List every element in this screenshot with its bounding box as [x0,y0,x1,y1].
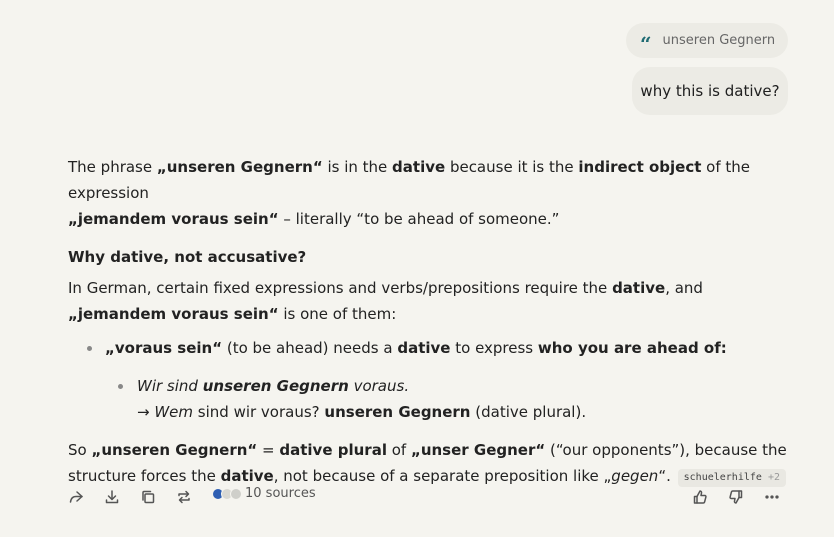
text-run: → [137,403,155,421]
citation-more-count: +2 [767,472,780,483]
quoted-text: unseren Gegnern [662,33,776,48]
assistant-answer: The phrase „unseren Gegnern“ is in the d… [68,154,788,489]
text-run: : [720,339,727,357]
text-run: In German, certain fixed expressions and… [68,279,613,297]
sources-label: 10 sources [245,486,316,501]
text-run: dative [392,158,446,176]
answer-paragraph-1: The phrase „unseren Gegnern“ is in the d… [68,154,788,232]
text-run: is in the [322,158,393,176]
text-run: dative [220,467,274,485]
citation-label: schuelerhilfe [683,472,762,483]
text-run: is one of them: [278,305,397,323]
thumbs-up-icon[interactable] [690,487,710,507]
text-run: „unseren Gegnern“ [156,158,323,176]
answer-heading: Why dative, not accusative? [68,248,307,266]
text-run: Wir sind [137,377,203,395]
text-run: indirect object [578,158,702,176]
text-run: dative [397,339,451,357]
text-run: So [68,441,92,459]
text-run: dative [612,279,666,297]
thumbs-down-icon[interactable] [726,487,746,507]
text-run: of [386,441,411,459]
quoted-selection-chip[interactable]: “ unseren Gegnern [626,23,788,58]
text-run: voraus. [348,377,410,395]
text-run: Wem [154,403,194,421]
copy-icon[interactable] [138,487,158,507]
user-message-bubble: why this is dative? [632,67,788,115]
list-item: „voraus sein“ (to be ahead) needs a dati… [68,335,788,361]
user-message-text: why this is dative? [640,82,780,100]
text-run: „jemandem voraus sein“ [68,210,279,228]
text-run: „unser Gegner“ [410,441,546,459]
answer-action-bar: 10 sources [66,485,788,509]
text-run: (dative plural). [470,403,587,421]
rewrite-icon[interactable] [174,487,194,507]
text-run: , not because of a separate preposition … [273,467,604,485]
text-run: The phrase [68,158,157,176]
answer-paragraph-2: In German, certain fixed expressions and… [68,275,788,327]
text-run: = [257,441,280,459]
text-run: , and [665,279,703,297]
list-item: Wir sind unseren Gegnern voraus. → Wem s… [68,373,788,425]
text-run: to express [450,339,538,357]
text-run: unseren Gegnern [202,377,349,395]
text-run: „unseren Gegnern“ [91,441,258,459]
text-run: unseren Gegnern [324,403,471,421]
quote-icon: “ [640,31,652,56]
text-run: „jemandem voraus sein“ [68,305,279,323]
text-run: because it is the [445,158,579,176]
text-run: (to be ahead) needs a [222,339,398,357]
source-favicons [212,487,242,500]
download-icon[interactable] [102,487,122,507]
share-icon[interactable] [66,487,86,507]
text-run: “. [658,467,671,485]
text-run: who you are ahead of [537,339,721,357]
answer-bullet-list: „voraus sein“ (to be ahead) needs a dati… [68,335,788,425]
text-run: dative plural [279,441,387,459]
globe-icon [230,487,242,500]
more-icon[interactable] [762,487,782,507]
text-run: „voraus sein“ [105,339,223,357]
answer-paragraph-3: So „unseren Gegnern“ = dative plural of … [68,437,788,489]
text-run: – literally “to be ahead of someone.” [278,210,560,228]
sources-button[interactable]: 10 sources [212,486,316,501]
text-run: sind wir voraus? [193,403,325,421]
text-run: gegen [611,467,659,485]
